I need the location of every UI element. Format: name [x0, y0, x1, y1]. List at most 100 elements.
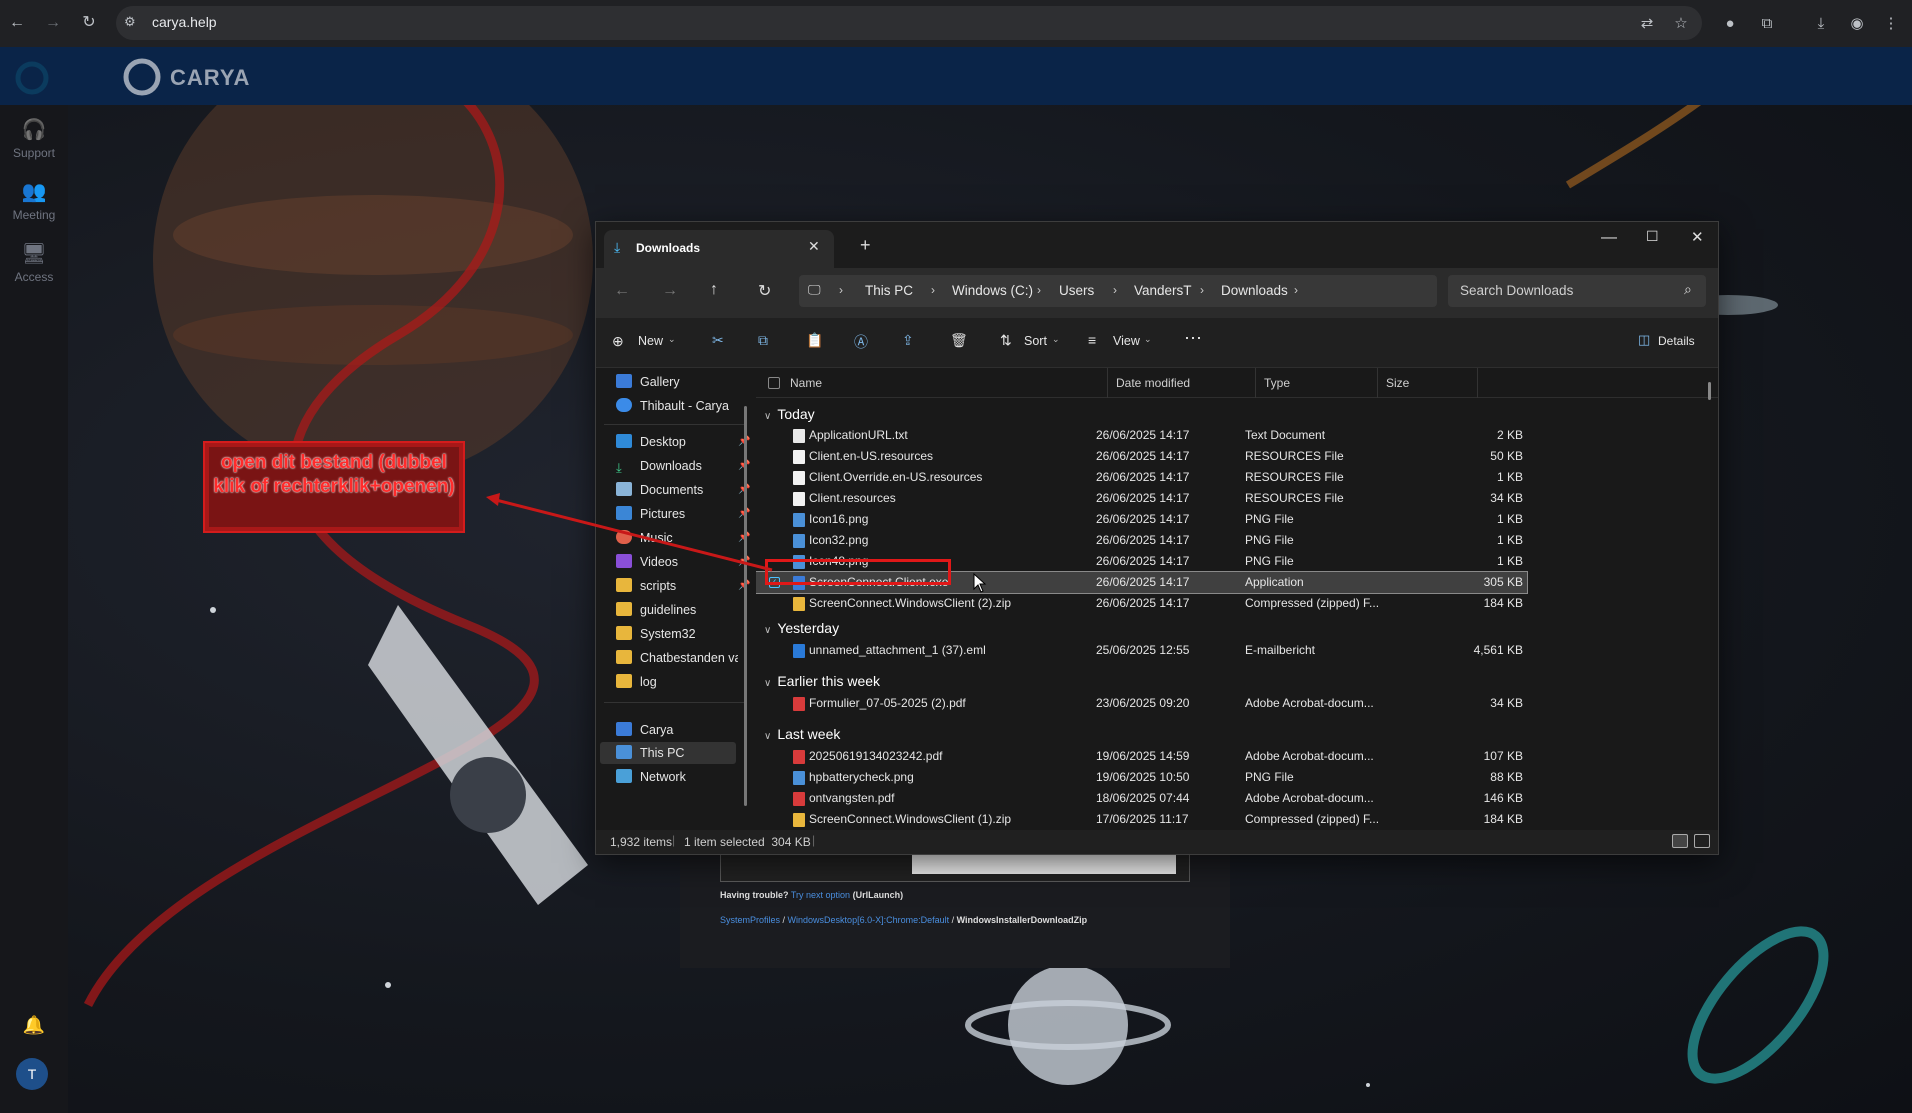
menu-icon[interactable]: ⋮	[1880, 13, 1902, 35]
file-type: RESOURCES File	[1245, 449, 1344, 463]
close-window-icon[interactable]: ✕	[1691, 228, 1704, 246]
file-name: Formulier_07-05-2025 (2).pdf	[809, 696, 966, 710]
back-icon[interactable]: ←	[6, 12, 28, 34]
file-type: PNG File	[1245, 512, 1294, 526]
rail-item-meeting[interactable]: 👥 Meeting	[0, 179, 68, 222]
translate-icon[interactable]: ⇄	[1636, 13, 1658, 35]
refresh-icon[interactable]: ↻	[758, 281, 771, 301]
avatar[interactable]: T	[16, 1058, 48, 1090]
rail-item-support[interactable]: 🎧 Support	[0, 117, 68, 160]
column-size[interactable]: Size	[1378, 368, 1478, 398]
file-row[interactable]: ScreenConnect.WindowsClient (2).zip 26/06…	[756, 593, 1527, 614]
nav-item-chatbestanden[interactable]: Chatbestanden va	[616, 647, 738, 669]
file-row[interactable]: ApplicationURL.txt 26/06/2025 14:17 Text D…	[756, 425, 1527, 446]
nav-item-downloads[interactable]: ⤓Downloads📌	[616, 455, 750, 477]
crumb-downloads[interactable]: Downloads	[1221, 283, 1288, 298]
file-type: PNG File	[1245, 770, 1294, 784]
site-info-icon[interactable]: ⚙	[124, 14, 136, 30]
sort-icon[interactable]: ⇅	[1000, 332, 1012, 349]
new-tab-icon[interactable]: +	[860, 235, 871, 256]
cut-icon[interactable]: ✂	[712, 332, 724, 349]
file-row[interactable]: hpbatterycheck.png 19/06/2025 10:50 PNG Fi…	[756, 767, 1527, 788]
delete-icon[interactable]: 🗑	[950, 332, 968, 349]
group-header-earlier-this-week[interactable]: ∨ Earlier this week	[764, 670, 880, 692]
url-text[interactable]: carya.help	[152, 14, 217, 30]
new-icon[interactable]: ⊕	[612, 333, 624, 350]
share-icon[interactable]: ⇪	[902, 332, 914, 349]
new-button[interactable]: New	[638, 334, 663, 348]
nav-item-this-pc[interactable]: This PC	[616, 742, 684, 764]
forward-arrow-icon[interactable]: →	[662, 282, 678, 300]
paste-icon[interactable]: 📋	[806, 332, 823, 349]
back-arrow-icon[interactable]: ←	[614, 282, 630, 300]
command-bar: ⊕ New ⌄ ✂ ⧉ 📋 Ⓐ ⇪ 🗑 ⇅ Sort ⌄ ≡ View ⌄ ⋯ …	[596, 318, 1718, 368]
bell-icon[interactable]: 🔔	[0, 1015, 68, 1036]
view-icon[interactable]: ≡	[1088, 332, 1096, 348]
close-tab-icon[interactable]: ✕	[808, 238, 820, 255]
file-row[interactable]: Icon32.png 26/06/2025 14:17 PNG File 1 KB	[756, 530, 1527, 551]
nav-item-system32[interactable]: System32	[616, 623, 696, 645]
file-row[interactable]: 20250619134023242.pdf 19/06/2025 14:59 Ado…	[756, 746, 1527, 767]
address-bar[interactable]	[116, 6, 1702, 40]
nav-item-log[interactable]: log	[616, 671, 657, 693]
file-row[interactable]: Client.Override.en-US.resources 26/06/202…	[756, 467, 1527, 488]
column-name[interactable]: Name	[782, 368, 1108, 398]
search-icon[interactable]: ⌕	[1684, 281, 1692, 298]
path-link-2[interactable]: WindowsDesktop[6.0-X]:Chrome:Default	[788, 915, 950, 925]
tab-downloads[interactable]: ⤓ Downloads ✕	[604, 230, 834, 268]
copy-icon[interactable]: ⧉	[758, 332, 768, 349]
details-pane-icon[interactable]: ◫	[1638, 332, 1650, 348]
search-input[interactable]: Search Downloads ⌕	[1448, 275, 1706, 307]
file-row[interactable]: Client.resources 26/06/2025 14:17 RESOURCE…	[756, 488, 1527, 509]
profile-icon[interactable]: ◉	[1846, 13, 1868, 35]
nav-item-carya[interactable]: Carya	[616, 719, 673, 741]
incognito-icon[interactable]: ●	[1719, 13, 1741, 35]
view-button[interactable]: View	[1113, 334, 1140, 348]
nav-label: Desktop	[640, 435, 686, 449]
crumb-users[interactable]: Users	[1059, 283, 1094, 298]
file-row[interactable]: Icon16.png 26/06/2025 14:17 PNG File 1 KB	[756, 509, 1527, 530]
path-link-1[interactable]: SystemProfiles	[720, 915, 780, 925]
sort-button[interactable]: Sort	[1024, 334, 1047, 348]
try-next-link[interactable]: Try next option	[791, 890, 850, 900]
file-size: 146 KB	[1483, 791, 1523, 805]
desktop-icon	[616, 434, 632, 448]
file-row[interactable]: Formulier_07-05-2025 (2).pdf 23/06/2025 0…	[756, 693, 1527, 714]
group-header-yesterday[interactable]: ∨ Yesterday	[764, 617, 839, 639]
crumb-this-pc[interactable]: This PC	[865, 283, 913, 298]
group-header-today[interactable]: ∨ Today	[764, 403, 815, 425]
column-type[interactable]: Type	[1256, 368, 1378, 398]
extensions-icon[interactable]: ⧉	[1756, 13, 1778, 35]
rail-item-access[interactable]: 🖥 Access	[0, 241, 68, 284]
tiles-view-icon[interactable]	[1694, 834, 1710, 848]
downloads-icon[interactable]: ⤓	[1810, 13, 1832, 35]
file-row[interactable]: ScreenConnect.WindowsClient (1).zip 17/06…	[756, 809, 1527, 830]
nav-item-guidelines[interactable]: guidelines	[616, 599, 696, 621]
forward-icon[interactable]: →	[42, 12, 64, 34]
nav-item-network[interactable]: Network	[616, 766, 686, 788]
file-row[interactable]: Client.en-US.resources 26/06/2025 14:17 RE…	[756, 446, 1527, 467]
path-line: SystemProfiles / WindowsDesktop[6.0-X]:C…	[720, 915, 1088, 925]
up-arrow-icon[interactable]: ↑	[710, 281, 718, 299]
maximize-icon[interactable]: ☐	[1646, 228, 1659, 245]
file-row[interactable]: ontvangsten.pdf 18/06/2025 07:44 Adobe Acr…	[756, 788, 1527, 809]
breadcrumb[interactable]: 🖵 › This PC › Windows (C:) › Users › Van…	[799, 275, 1437, 307]
minimize-icon[interactable]: —	[1601, 229, 1617, 247]
bookmark-star-icon[interactable]: ☆	[1670, 13, 1692, 35]
nav-item-gallery[interactable]: Gallery	[616, 371, 680, 393]
crumb-windows-c[interactable]: Windows (C:)	[952, 283, 1033, 298]
nav-item-onedrive[interactable]: Thibault - Carya	[616, 395, 729, 417]
rename-icon[interactable]: Ⓐ	[854, 332, 868, 352]
reload-icon[interactable]: ↻	[78, 12, 100, 34]
details-view-icon[interactable]	[1672, 834, 1688, 848]
column-date-modified[interactable]: Date modified	[1108, 368, 1256, 398]
nav-item-desktop[interactable]: Desktop📌	[616, 431, 750, 453]
group-header-last-week[interactable]: ∨ Last week	[764, 723, 840, 745]
file-list-scrollbar[interactable]	[1708, 382, 1711, 400]
nav-scrollbar[interactable]	[744, 406, 747, 806]
more-options-icon[interactable]: ⋯	[1184, 328, 1202, 349]
select-all-checkbox[interactable]	[768, 377, 780, 389]
details-button[interactable]: Details	[1658, 334, 1695, 348]
crumb-vanderst[interactable]: VandersT	[1134, 283, 1192, 298]
file-row[interactable]: unnamed_attachment_1 (37).eml 25/06/2025 …	[756, 640, 1527, 661]
